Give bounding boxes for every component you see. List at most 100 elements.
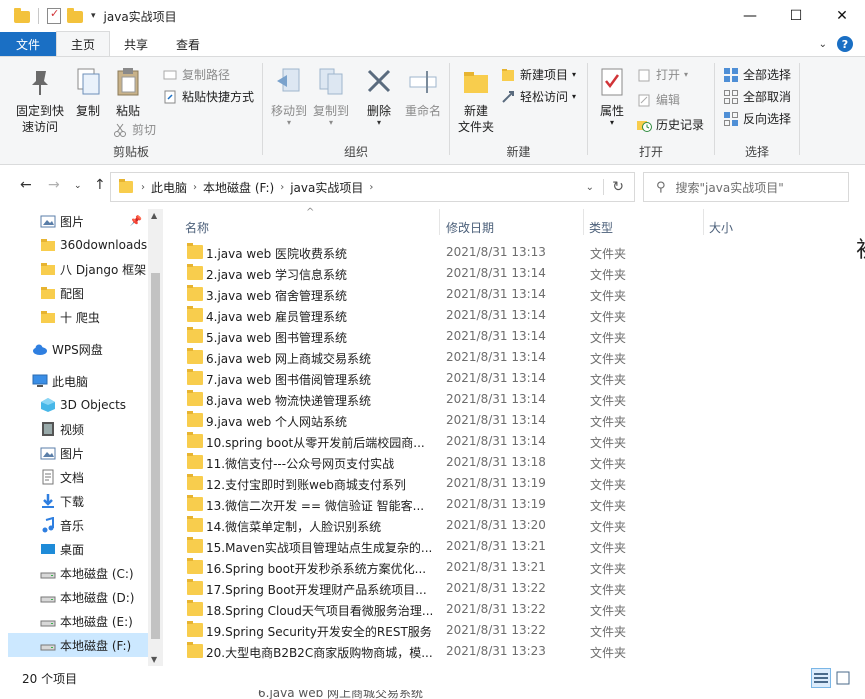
nav-item[interactable]: 本地磁盘 (E:) bbox=[8, 609, 148, 633]
nav-item[interactable]: 本地磁盘 (D:) bbox=[8, 585, 148, 609]
scroll-down-icon[interactable]: ▼ bbox=[151, 655, 157, 664]
file-row[interactable]: 12.支付宝即时到账web商城支付系列 2021/8/31 13:19 文件夹 bbox=[183, 473, 783, 494]
forward-arrow-icon[interactable]: → bbox=[48, 177, 60, 193]
nav-item[interactable]: 视频 bbox=[8, 417, 148, 441]
minimize-button[interactable]: — bbox=[727, 0, 773, 32]
nav-item[interactable]: 本地磁盘 (F:) bbox=[8, 633, 148, 657]
music-icon bbox=[40, 516, 56, 533]
open-button[interactable]: 打开 ▾ bbox=[636, 66, 688, 83]
nav-item[interactable]: 音乐 bbox=[8, 513, 148, 537]
invert-selection-button[interactable]: 反向选择 bbox=[723, 110, 791, 127]
file-row[interactable]: 18.Spring Cloud天气项目看微服务治理... 2021/8/31 13… bbox=[183, 599, 783, 620]
file-row[interactable]: 17.Spring Boot开发理财产品系统项目... 2021/8/31 13:… bbox=[183, 578, 783, 599]
file-row[interactable]: 9.java web 个人网站系统 2021/8/31 13:14 文件夹 bbox=[183, 410, 783, 431]
column-header-type[interactable]: 类型 bbox=[589, 213, 613, 241]
file-row[interactable]: 20.大型电商B2B2C商家版购物商城，模... 2021/8/31 13:23 文… bbox=[183, 641, 783, 662]
file-row[interactable]: 3.java web 宿舍管理系统 2021/8/31 13:14 文件夹 bbox=[183, 284, 783, 305]
move-to-button[interactable]: 移动到 ▾ bbox=[269, 65, 309, 127]
breadcrumb-separator-icon[interactable]: › bbox=[141, 182, 145, 193]
select-all-button[interactable]: 全部选择 bbox=[723, 66, 791, 83]
select-none-button[interactable]: 全部取消 bbox=[723, 88, 791, 105]
nav-item[interactable]: 360downloads bbox=[8, 233, 148, 257]
file-row[interactable]: 15.Maven实战项目管理站点生成复杂的... 2021/8/31 13:21 文… bbox=[183, 536, 783, 557]
back-arrow-icon[interactable]: ← bbox=[20, 177, 32, 193]
pin-to-quick-access-button[interactable]: 固定到快 速访问 bbox=[14, 65, 66, 135]
nav-item[interactable]: 下载 bbox=[8, 489, 148, 513]
file-row[interactable]: 14.微信菜单定制，人脸识别系统 2021/8/31 13:20 文件夹 bbox=[183, 515, 783, 536]
paste-button[interactable]: 粘贴 bbox=[112, 65, 144, 119]
tab-share[interactable]: 共享 bbox=[110, 32, 162, 56]
address-bar[interactable]: › 此电脑 › 本地磁盘 (F:) › java实战项目 › ⌄ ↻ bbox=[110, 172, 635, 202]
nav-scrollbar[interactable]: ▲ ▼ bbox=[148, 209, 163, 666]
delete-button[interactable]: 删除 ▾ bbox=[363, 65, 395, 127]
breadcrumb-this-pc[interactable]: 此电脑 bbox=[151, 179, 187, 196]
properties-icon[interactable] bbox=[47, 7, 61, 24]
maximize-button[interactable]: ☐ bbox=[773, 0, 819, 32]
tab-view[interactable]: 查看 bbox=[162, 32, 214, 56]
file-row[interactable]: 2.java web 学习信息系统 2021/8/31 13:14 文件夹 bbox=[183, 263, 783, 284]
column-header-date[interactable]: 修改日期 bbox=[446, 213, 494, 241]
copy-button[interactable]: 复制 bbox=[72, 65, 104, 119]
nav-item[interactable]: 3D Objects bbox=[8, 393, 148, 417]
column-divider[interactable] bbox=[439, 209, 440, 235]
copy-to-button[interactable]: 复制到 ▾ bbox=[311, 65, 351, 127]
easy-access-button[interactable]: 轻松访问 ▾ bbox=[500, 88, 576, 105]
properties-button[interactable]: 属性 ▾ bbox=[594, 65, 630, 127]
file-row[interactable]: 1.java web 医院收费系统 2021/8/31 13:13 文件夹 bbox=[183, 242, 783, 263]
nav-item[interactable]: 文档 bbox=[8, 465, 148, 489]
refresh-icon[interactable]: ↻ bbox=[603, 179, 624, 195]
paste-shortcut-button[interactable]: 粘贴快捷方式 bbox=[162, 88, 254, 105]
tab-home[interactable]: 主页 bbox=[56, 31, 111, 56]
new-item-button[interactable]: 新建项目 ▾ bbox=[500, 66, 576, 83]
nav-scrollbar-thumb[interactable] bbox=[151, 273, 160, 639]
breadcrumb-current-folder[interactable]: java实战项目 bbox=[290, 179, 363, 196]
address-history-chevron-icon[interactable]: ⌄ bbox=[586, 182, 594, 193]
customize-toolbar-chevron-icon[interactable]: ▾ bbox=[91, 11, 96, 21]
file-row[interactable]: 6.java web 网上商城交易系统 2021/8/31 13:14 文件夹 bbox=[183, 347, 783, 368]
nav-item[interactable]: 图片 📌 bbox=[8, 209, 148, 233]
search-input[interactable]: ⚲ 搜索"java实战项目" bbox=[643, 172, 849, 202]
close-button[interactable]: ✕ bbox=[819, 0, 865, 32]
nav-item[interactable]: 十 爬虫 bbox=[8, 305, 148, 329]
breadcrumb-separator-icon[interactable]: › bbox=[193, 182, 197, 193]
scroll-up-icon[interactable]: ▲ bbox=[151, 211, 157, 220]
history-button[interactable]: 历史记录 bbox=[636, 116, 704, 133]
new-folder-button[interactable]: 新建 文件夹 bbox=[456, 65, 496, 135]
file-row[interactable]: 5.java web 图书管理系统 2021/8/31 13:14 文件夹 bbox=[183, 326, 783, 347]
up-arrow-icon[interactable]: ↑ bbox=[94, 177, 106, 193]
breadcrumb-separator-icon[interactable]: › bbox=[280, 182, 284, 193]
column-header-name[interactable]: 名称 bbox=[185, 213, 209, 241]
file-row[interactable]: 13.微信二次开发 == 微信验证 智能客... 2021/8/31 13:19 文… bbox=[183, 494, 783, 515]
file-row[interactable]: 19.Spring Security开发安全的REST服务 2021/8/31 1… bbox=[183, 620, 783, 641]
column-header-size[interactable]: 大小 bbox=[709, 213, 733, 241]
file-row[interactable]: 16.Spring boot开发秒杀系统方案优化... 2021/8/31 13:… bbox=[183, 557, 783, 578]
file-row[interactable]: 4.java web 雇员管理系统 2021/8/31 13:14 文件夹 bbox=[183, 305, 783, 326]
nav-item[interactable]: 桌面 bbox=[8, 537, 148, 561]
organize-group-label: 组织 bbox=[343, 145, 368, 159]
tab-file[interactable]: 文件 bbox=[0, 32, 56, 56]
column-divider[interactable] bbox=[703, 209, 704, 235]
file-row[interactable]: 7.java web 图书借阅管理系统 2021/8/31 13:14 文件夹 bbox=[183, 368, 783, 389]
copy-path-button[interactable]: 复制路径 bbox=[162, 66, 230, 83]
new-folder-icon[interactable] bbox=[67, 8, 83, 23]
large-icons-view-button[interactable] bbox=[833, 668, 853, 688]
rename-button[interactable]: 重命名 bbox=[401, 65, 445, 119]
nav-item[interactable]: 图片 bbox=[8, 441, 148, 465]
details-view-button[interactable] bbox=[811, 668, 831, 688]
file-row[interactable]: 8.java web 物流快递管理系统 2021/8/31 13:14 文件夹 bbox=[183, 389, 783, 410]
nav-item[interactable]: 本地磁盘 (C:) bbox=[8, 561, 148, 585]
breadcrumb-drive-f[interactable]: 本地磁盘 (F:) bbox=[203, 179, 274, 196]
cut-button[interactable]: 剪切 bbox=[112, 121, 156, 138]
expand-ribbon-chevron-icon[interactable]: ⌄ bbox=[819, 39, 827, 50]
file-row[interactable]: 10.spring boot从零开发前后端校园商... 2021/8/31 13:… bbox=[183, 431, 783, 452]
edit-button[interactable]: 编辑 bbox=[636, 91, 680, 108]
nav-item[interactable]: WPS网盘 bbox=[8, 337, 148, 361]
file-row[interactable]: 11.微信支付---公众号网页支付实战 2021/8/31 13:18 文件夹 bbox=[183, 452, 783, 473]
nav-item[interactable]: 八 Django 框架 bbox=[8, 257, 148, 281]
breadcrumb-separator-icon[interactable]: › bbox=[369, 182, 373, 193]
nav-item[interactable]: 此电脑 bbox=[8, 369, 148, 393]
recent-locations-chevron-icon[interactable]: ⌄ bbox=[74, 181, 82, 191]
nav-item[interactable]: 配图 bbox=[8, 281, 148, 305]
column-divider[interactable] bbox=[583, 209, 584, 235]
help-icon[interactable]: ? bbox=[837, 36, 853, 52]
